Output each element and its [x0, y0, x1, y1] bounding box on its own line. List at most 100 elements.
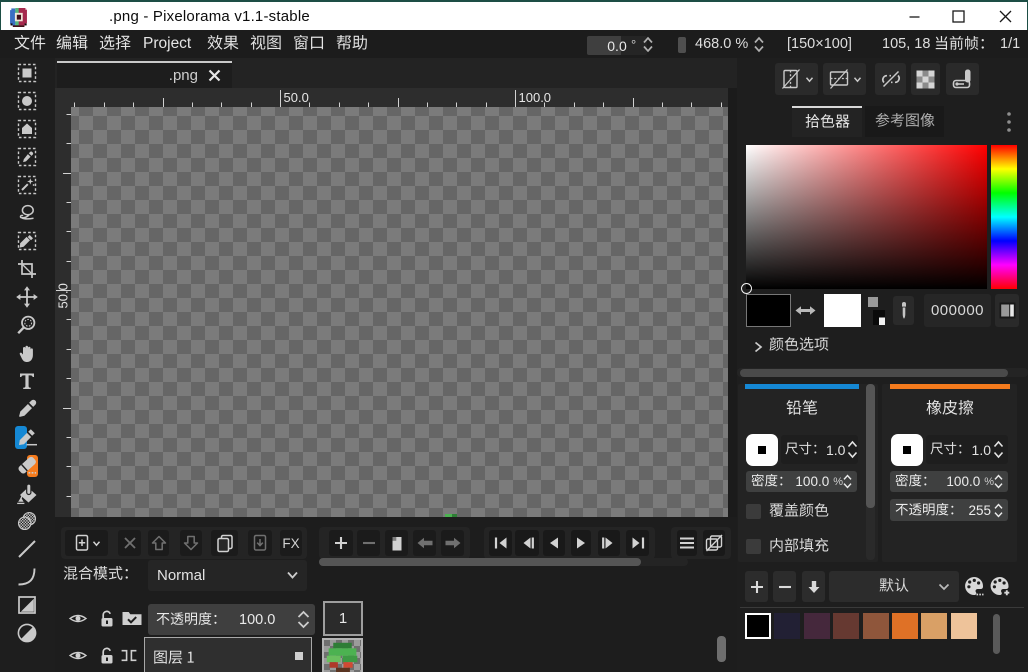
next-frame-button[interactable]: [598, 530, 620, 556]
vertical-ruler[interactable]: 50.0: [55, 107, 71, 517]
layer-opacity-slider[interactable]: 100.0: [148, 604, 315, 635]
hex-color-input[interactable]: 000000: [924, 294, 991, 327]
menu-project[interactable]: Project: [143, 30, 191, 58]
eraser-brush-preview[interactable]: [891, 434, 923, 466]
tool-paint-select[interactable]: [15, 229, 39, 253]
color-options-expander[interactable]: [753, 341, 763, 353]
tab-reference-images[interactable]: [865, 106, 944, 137]
frame-cel-thumbnail[interactable]: [322, 638, 363, 672]
last-frame-button[interactable]: [626, 530, 649, 556]
add-color-button[interactable]: [745, 571, 768, 602]
move-frame-right-button[interactable]: [441, 530, 464, 556]
menu-edit[interactable]: [56, 30, 88, 58]
remove-frame-button[interactable]: [357, 530, 380, 556]
delete-layer-button[interactable]: [118, 530, 141, 556]
swap-colors-icon[interactable]: [794, 305, 817, 316]
minimize-button[interactable]: [890, 2, 939, 30]
primary-color-swatch[interactable]: [746, 294, 791, 327]
tool-pan[interactable]: [15, 341, 39, 365]
palette-swatch-2[interactable]: [804, 613, 830, 639]
tool-shading[interactable]: [15, 509, 39, 533]
zoom-value[interactable]: 468.0 %: [695, 30, 748, 58]
tab-close-icon[interactable]: [207, 68, 222, 83]
sort-palette-button[interactable]: [802, 571, 825, 602]
pencil-brush-preview[interactable]: [746, 434, 778, 466]
layer-fx-button[interactable]: FX: [280, 530, 302, 556]
tool-line[interactable]: [15, 537, 39, 561]
default-colors-icon[interactable]: [868, 297, 885, 325]
global-lock-icon[interactable]: [99, 609, 115, 628]
blend-mode-dropdown[interactable]: Normal: [148, 560, 307, 591]
move-layer-up-button[interactable]: [148, 530, 169, 556]
color-mode-button[interactable]: [995, 294, 1019, 327]
layer-visibility-icon[interactable]: [68, 648, 88, 663]
timeline-settings-button[interactable]: [677, 530, 697, 556]
tool-ellipse[interactable]: [15, 621, 39, 645]
panel-menu-icon[interactable]: [1006, 111, 1012, 133]
tool-zoom[interactable]: [15, 313, 39, 337]
picker-hscrollbar[interactable]: [740, 369, 1008, 377]
new-palette-icon[interactable]: [989, 575, 1011, 597]
tool-curve[interactable]: [15, 565, 39, 589]
layer-name-field[interactable]: [144, 637, 312, 672]
tool-text[interactable]: [15, 369, 39, 393]
horizontal-ruler[interactable]: 50.0100.0: [55, 88, 728, 107]
tool-ellipse-select[interactable]: [15, 89, 39, 113]
pencil-density-slider[interactable]: 100.0 %: [746, 471, 857, 492]
color-picker-handle[interactable]: [741, 283, 752, 294]
tool-polygon-select[interactable]: [15, 117, 39, 141]
tool-lasso[interactable]: [15, 201, 39, 225]
pixel-perfect-button[interactable]: [875, 63, 906, 95]
global-visibility-icon[interactable]: [68, 611, 88, 626]
screen-color-picker-button[interactable]: [893, 296, 914, 325]
tab-color-picker[interactable]: [792, 106, 862, 137]
tool-color-select[interactable]: [15, 145, 39, 169]
zoom-spinner[interactable]: [752, 36, 766, 53]
clone-layer-button[interactable]: [211, 530, 238, 556]
timeline-hscrollbar[interactable]: [319, 558, 641, 566]
merge-layer-button[interactable]: [248, 530, 272, 556]
spinner-icon[interactable]: [847, 440, 858, 459]
move-layer-down-button[interactable]: [180, 530, 202, 556]
close-button[interactable]: [981, 2, 1028, 30]
play-backwards-button[interactable]: [543, 530, 565, 556]
frame-column-header[interactable]: 1: [323, 601, 363, 636]
alpha-lock-button[interactable]: [911, 63, 940, 95]
mirror-x-button[interactable]: [775, 63, 818, 95]
palette-swatch-5[interactable]: [892, 613, 918, 639]
maximize-button[interactable]: [934, 2, 983, 30]
menu-file[interactable]: [14, 30, 46, 58]
saturation-value-picker[interactable]: [746, 145, 987, 289]
menu-select[interactable]: [99, 30, 131, 58]
tool-move[interactable]: [15, 285, 39, 309]
palette-swatch-4[interactable]: [863, 613, 889, 639]
eraser-density-slider[interactable]: 100.0 %: [890, 471, 1008, 492]
add-frame-button[interactable]: [329, 530, 353, 556]
menu-view[interactable]: [250, 30, 282, 58]
menu-help[interactable]: [336, 30, 368, 58]
hue-slider[interactable]: [991, 145, 1017, 289]
previous-frame-button[interactable]: [515, 530, 539, 556]
remove-color-button[interactable]: [773, 571, 796, 602]
pencil-scrollbar[interactable]: [866, 384, 875, 508]
tab-document[interactable]: .png: [57, 61, 232, 88]
zoom-slider[interactable]: [678, 37, 686, 53]
mirror-y-button[interactable]: [823, 63, 866, 95]
palette-swatch-6[interactable]: [921, 613, 947, 639]
tool-eraser[interactable]: [15, 453, 39, 477]
layer-link-icon[interactable]: [119, 649, 139, 662]
palette-swatch-3[interactable]: [833, 613, 859, 639]
tool-rectangle-select[interactable]: [15, 61, 39, 85]
palette-swatch-1[interactable]: [774, 613, 800, 639]
play-button[interactable]: [571, 530, 591, 556]
first-frame-button[interactable]: [489, 530, 512, 556]
move-frame-left-button[interactable]: [413, 530, 436, 556]
tool-magic-wand[interactable]: [15, 173, 39, 197]
opacity-spinner-icon[interactable]: [297, 610, 310, 629]
tool-crop[interactable]: [15, 257, 39, 281]
overwrite-color-checkbox[interactable]: [746, 504, 761, 519]
secondary-color-swatch[interactable]: [824, 294, 861, 327]
eraser-opacity-slider[interactable]: 255: [890, 499, 1008, 521]
timeline-vscrollbar[interactable]: [717, 636, 726, 662]
rotation-input[interactable]: 0.0: [587, 36, 647, 55]
